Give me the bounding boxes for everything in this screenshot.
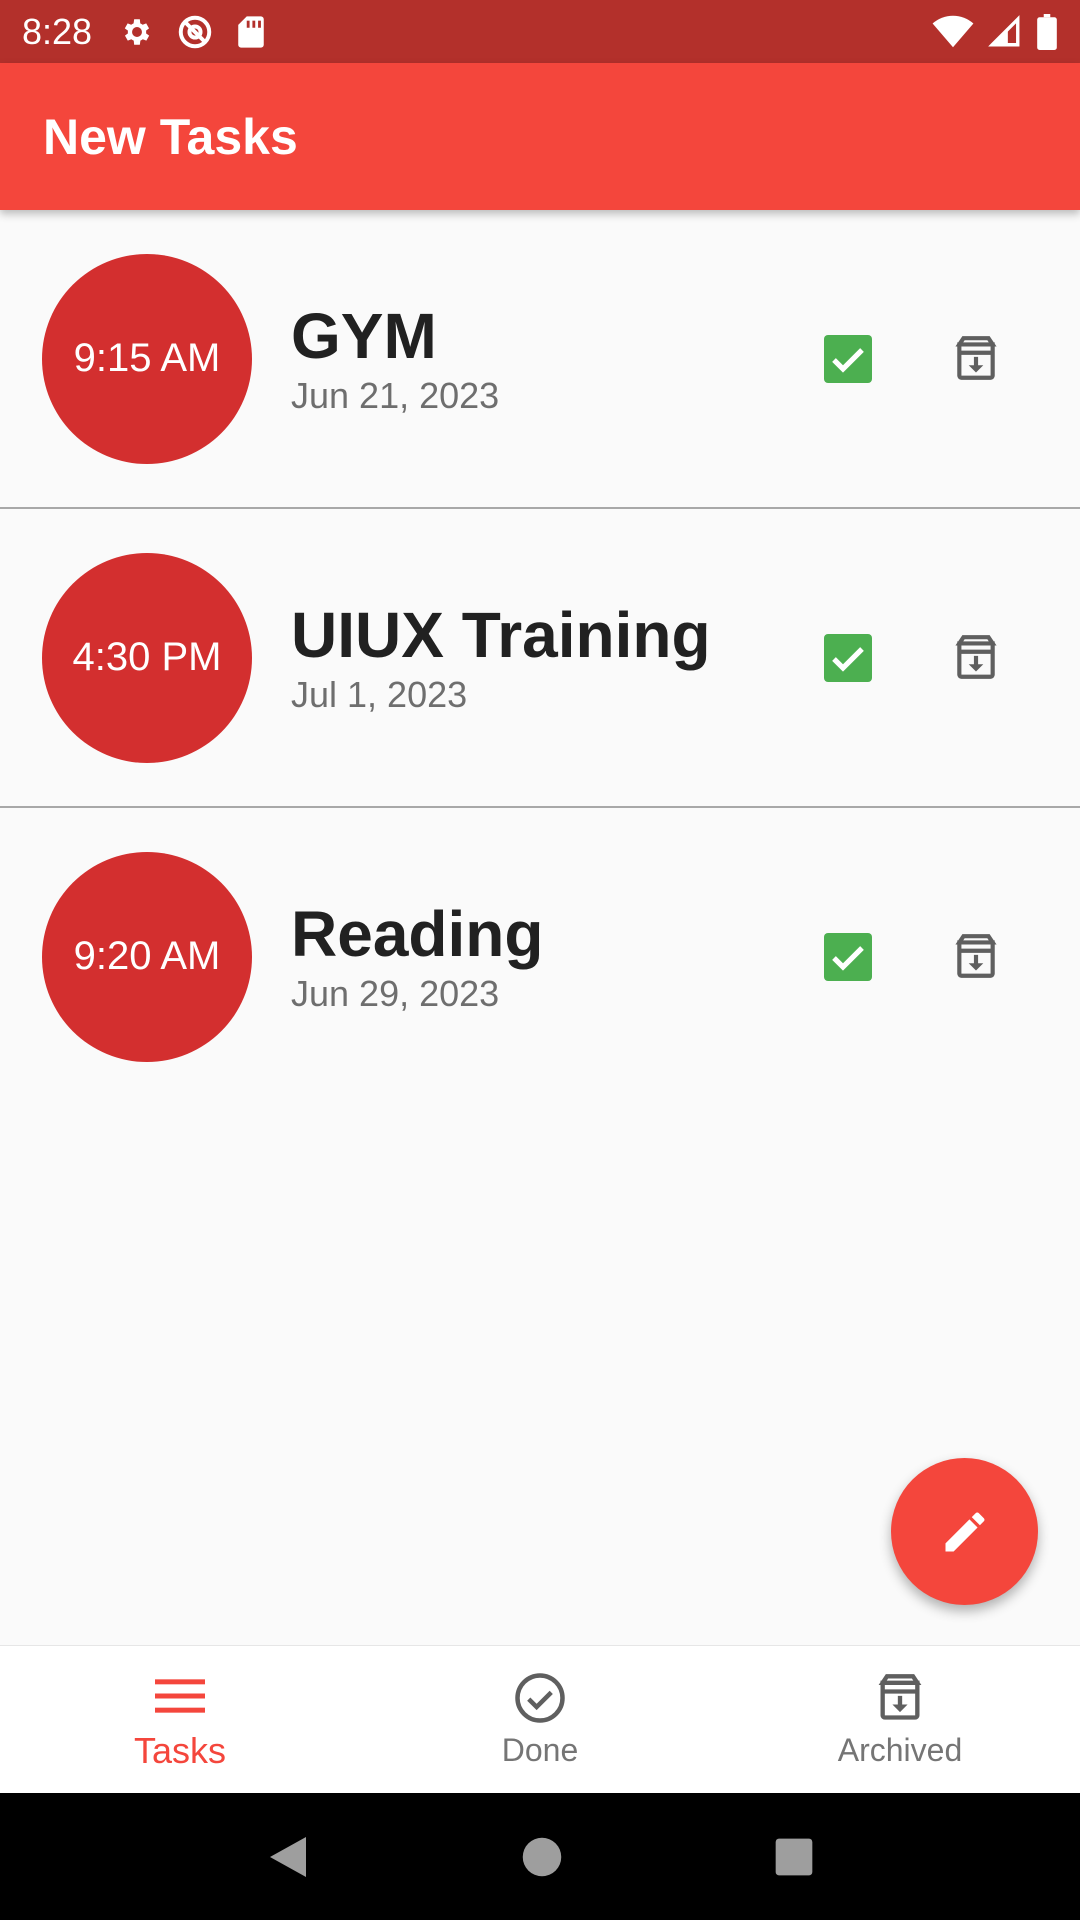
nav-label: Done	[501, 1732, 579, 1768]
check-circle-icon	[513, 1670, 567, 1726]
checkbox-checked-icon	[824, 633, 872, 682]
mark-done-button[interactable]	[824, 334, 872, 383]
task-item[interactable]: 9:15 AM GYM Jun 21, 2023	[0, 210, 1080, 507]
nav-label: Archived	[837, 1732, 963, 1768]
nav-item-tasks[interactable]: Tasks	[0, 1646, 360, 1793]
task-title: UIUX Training	[291, 598, 711, 671]
task-item[interactable]: 4:30 PM UIUX Training Jul 1, 2023	[0, 509, 1080, 806]
recents-icon	[775, 1838, 813, 1875]
home-icon	[522, 1837, 562, 1876]
gear-icon	[120, 15, 154, 49]
signal-icon	[988, 14, 1022, 49]
archive-button[interactable]	[951, 932, 1001, 982]
status-bar: 8:28	[0, 0, 1080, 63]
battery-icon	[1036, 13, 1058, 50]
nav-item-done[interactable]: Done	[360, 1646, 720, 1793]
add-task-button[interactable]	[891, 1458, 1038, 1605]
task-title: GYM	[291, 299, 437, 372]
task-time-badge: 4:30 PM	[42, 552, 252, 763]
menu-icon	[155, 1668, 205, 1724]
back-icon	[269, 1836, 306, 1877]
task-date: Jul 1, 2023	[291, 673, 468, 715]
mark-done-button[interactable]	[824, 932, 872, 981]
nav-label: Tasks	[133, 1729, 227, 1771]
status-icons-left	[120, 13, 266, 51]
mark-done-button[interactable]	[824, 633, 872, 682]
at-sign-icon	[176, 13, 214, 51]
archive-button[interactable]	[951, 334, 1001, 384]
nav-item-archived[interactable]: Archived	[720, 1646, 1080, 1793]
status-icons-right	[932, 13, 1058, 50]
archive-icon	[955, 933, 997, 978]
archive-icon	[955, 335, 997, 380]
task-list: 9:15 AM GYM Jun 21, 2023 4:30 PM UIUX Tr…	[0, 210, 1080, 1105]
sd-card-icon	[236, 15, 266, 49]
archive-button[interactable]	[951, 633, 1001, 683]
pencil-icon	[945, 1511, 984, 1551]
task-text: UIUX Training Jul 1, 2023	[291, 603, 711, 713]
status-time: 8:28	[22, 10, 93, 52]
task-time-badge: 9:20 AM	[42, 851, 252, 1062]
recents-button[interactable]	[774, 1837, 814, 1877]
system-nav-bar	[0, 1793, 1080, 1920]
page-title: New Tasks	[43, 108, 298, 165]
task-text: GYM Jun 21, 2023	[291, 304, 499, 414]
archive-icon	[874, 1670, 926, 1726]
back-button[interactable]	[266, 1833, 310, 1881]
task-title: Reading	[291, 897, 544, 970]
task-text: Reading Jun 29, 2023	[291, 902, 543, 1012]
task-item[interactable]: 9:20 AM Reading Jun 29, 2023	[0, 808, 1080, 1105]
checkbox-checked-icon	[824, 334, 872, 383]
task-time-badge: 9:15 AM	[42, 253, 252, 464]
wifi-icon	[932, 15, 974, 49]
home-button[interactable]	[521, 1836, 563, 1878]
archive-icon	[955, 634, 997, 679]
checkbox-checked-icon	[824, 932, 872, 981]
bottom-nav: Tasks Done Archived	[0, 1645, 1080, 1793]
task-date: Jun 29, 2023	[291, 972, 500, 1014]
task-date: Jun 21, 2023	[291, 374, 500, 416]
app-bar: New Tasks	[0, 63, 1080, 210]
